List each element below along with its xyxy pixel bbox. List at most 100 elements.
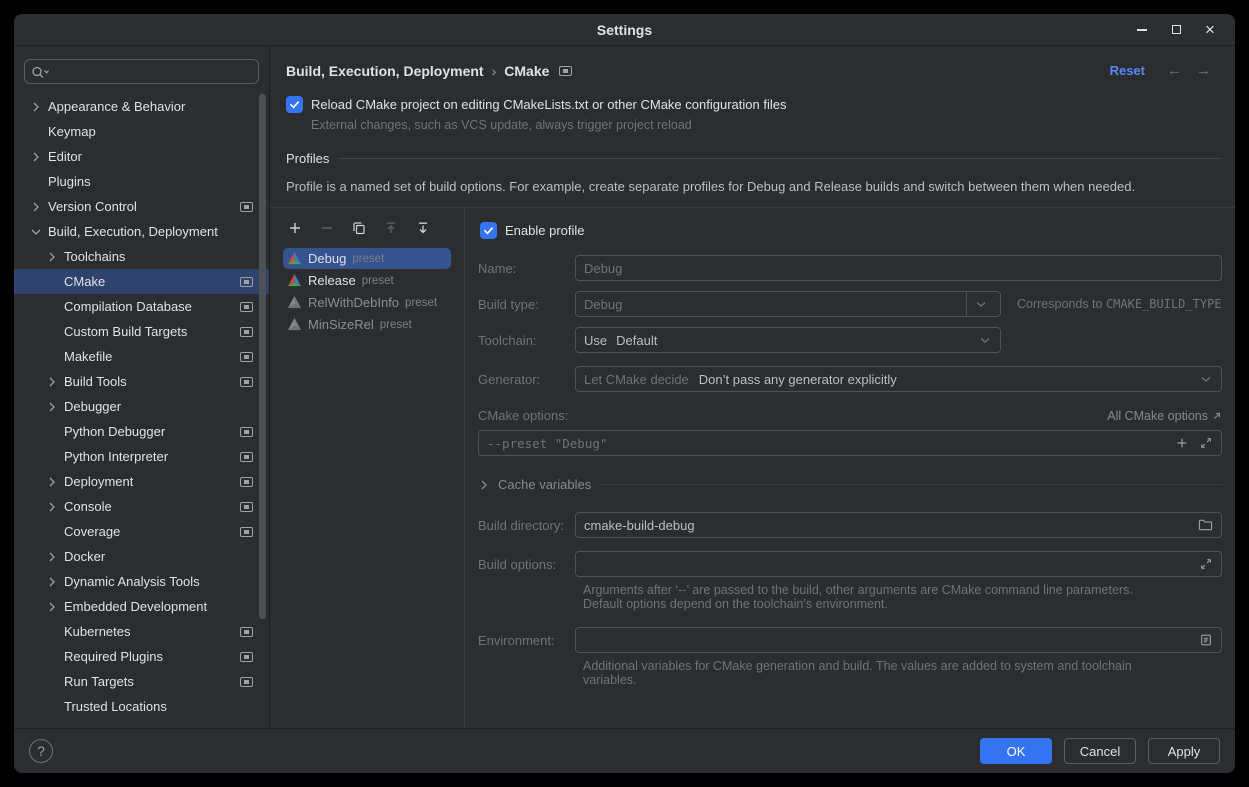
sidebar-item-label: Compilation Database [64,299,240,314]
chevron-right-icon [478,479,490,491]
back-arrow-icon[interactable]: ← [1167,62,1182,79]
sidebar-item-coverage[interactable]: Coverage [14,519,269,544]
build-type-combo[interactable]: Debug [575,291,1001,317]
sidebar-item-appearance-behavior[interactable]: Appearance & Behavior [14,94,269,119]
profiles-title: Profiles [286,151,329,166]
sidebar-item-keymap[interactable]: Keymap [14,119,269,144]
minimize-button[interactable] [1129,19,1155,41]
sidebar-item-label: Embedded Development [64,599,269,614]
sidebar-item-label: Coverage [64,524,240,539]
profile-list: DebugpresetReleasepresetRelWithDebInfopr… [270,248,464,335]
search-input[interactable] [54,64,252,79]
sidebar-item-python-interpreter[interactable]: Python Interpreter [14,444,269,469]
reset-link[interactable]: Reset [1110,63,1145,78]
sidebar-item-plugins[interactable]: Plugins [14,169,269,194]
enable-profile-checkbox[interactable] [480,222,497,239]
generator-combo[interactable]: Let CMake decide Don’t pass any generato… [575,366,1222,392]
maximize-button[interactable] [1163,19,1189,41]
reload-cmake-checkbox[interactable] [286,96,303,113]
sidebar-item-label: Kubernetes [64,624,240,639]
chevron-expanded-icon[interactable] [30,226,48,238]
apply-button[interactable]: Apply [1148,738,1220,764]
toolchain-combo[interactable]: Use Default [575,327,1001,353]
sidebar-item-debugger[interactable]: Debugger [14,394,269,419]
add-profile-button[interactable] [284,218,306,238]
all-cmake-options-link[interactable]: All CMake options [1107,409,1222,423]
help-button[interactable]: ? [29,739,53,763]
chevron-collapsed-icon[interactable] [30,101,48,113]
cancel-button[interactable]: Cancel [1064,738,1136,764]
profile-item-minsizerel[interactable]: MinSizeRelpreset [283,314,451,335]
chevron-collapsed-icon[interactable] [46,551,64,563]
add-option-icon[interactable] [1175,436,1189,450]
profile-item-debug[interactable]: Debugpreset [283,248,451,269]
window-title: Settings [14,22,1235,38]
cmake-options-field[interactable]: --preset "Debug" [478,430,1222,456]
sidebar-item-label: Required Plugins [64,649,240,664]
sidebar-item-compilation-database[interactable]: Compilation Database [14,294,269,319]
forward-arrow-icon[interactable]: → [1196,62,1211,79]
name-value: Debug [584,261,622,276]
search-box[interactable] [24,59,259,84]
chevron-down-icon[interactable] [972,333,992,347]
move-up-button[interactable] [380,218,402,238]
sidebar-item-version-control[interactable]: Version Control [14,194,269,219]
expand-icon[interactable] [1199,557,1213,571]
chevron-collapsed-icon[interactable] [46,576,64,588]
sidebar-item-custom-build-targets[interactable]: Custom Build Targets [14,319,269,344]
toolchain-value: Default [616,333,657,348]
build-directory-field[interactable]: cmake-build-debug [575,512,1222,538]
sidebar-item-build-tools[interactable]: Build Tools [14,369,269,394]
name-field[interactable]: Debug [575,255,1222,281]
chevron-collapsed-icon[interactable] [46,601,64,613]
build-options-label: Build options: [478,557,575,572]
chevron-down-icon[interactable] [966,292,992,316]
close-button[interactable]: × [1197,19,1223,41]
environment-field[interactable] [575,627,1222,653]
profile-item-relwithdebinfo[interactable]: RelWithDebInfopreset [283,292,451,313]
sidebar-item-deployment[interactable]: Deployment [14,469,269,494]
ok-button[interactable]: OK [980,738,1052,764]
sidebar-item-trusted-locations[interactable]: Trusted Locations [14,694,269,719]
chevron-collapsed-icon[interactable] [46,376,64,388]
remove-profile-button[interactable] [316,218,338,238]
cache-variables-toggle[interactable]: Cache variables [478,477,1222,492]
sidebar-item-run-targets[interactable]: Run Targets [14,669,269,694]
profile-item-release[interactable]: Releasepreset [283,270,451,291]
chevron-collapsed-icon[interactable] [46,401,64,413]
chevron-collapsed-icon[interactable] [30,151,48,163]
sidebar-item-required-plugins[interactable]: Required Plugins [14,644,269,669]
sidebar-item-python-debugger[interactable]: Python Debugger [14,419,269,444]
breadcrumb-root[interactable]: Build, Execution, Deployment [286,63,484,79]
profile-preset-badge: preset [362,275,394,287]
chevron-collapsed-icon[interactable] [46,501,64,513]
sidebar-item-dynamic-analysis-tools[interactable]: Dynamic Analysis Tools [14,569,269,594]
sidebar-item-editor[interactable]: Editor [14,144,269,169]
profile-preset-badge: preset [405,297,437,309]
sidebar-item-docker[interactable]: Docker [14,544,269,569]
project-setting-icon [240,277,253,287]
sidebar-item-cmake[interactable]: CMake [14,269,269,294]
sidebar-item-toolchains[interactable]: Toolchains [14,244,269,269]
chevron-collapsed-icon[interactable] [30,201,48,213]
move-down-button[interactable] [412,218,434,238]
chevron-collapsed-icon[interactable] [46,251,64,263]
sidebar-item-label: Dynamic Analysis Tools [64,574,269,589]
sidebar-scrollbar[interactable] [259,94,266,619]
folder-icon[interactable] [1198,518,1213,532]
sidebar-item-kubernetes[interactable]: Kubernetes [14,619,269,644]
sidebar-item-embedded-development[interactable]: Embedded Development [14,594,269,619]
profile-name: Debug [308,251,346,266]
build-type-value: Debug [584,297,622,312]
build-options-field[interactable] [575,551,1222,577]
sidebar-item-makefile[interactable]: Makefile [14,344,269,369]
expand-icon[interactable] [1199,436,1213,450]
variables-list-icon[interactable] [1199,633,1213,647]
sidebar-item-console[interactable]: Console [14,494,269,519]
chevron-collapsed-icon[interactable] [46,476,64,488]
build-type-label: Build type: [478,297,575,312]
duplicate-profile-button[interactable] [348,218,370,238]
sidebar-item-build-execution-deployment[interactable]: Build, Execution, Deployment [14,219,269,244]
chevron-down-icon[interactable] [1193,372,1213,386]
generator-value: Don’t pass any generator explicitly [699,372,897,387]
